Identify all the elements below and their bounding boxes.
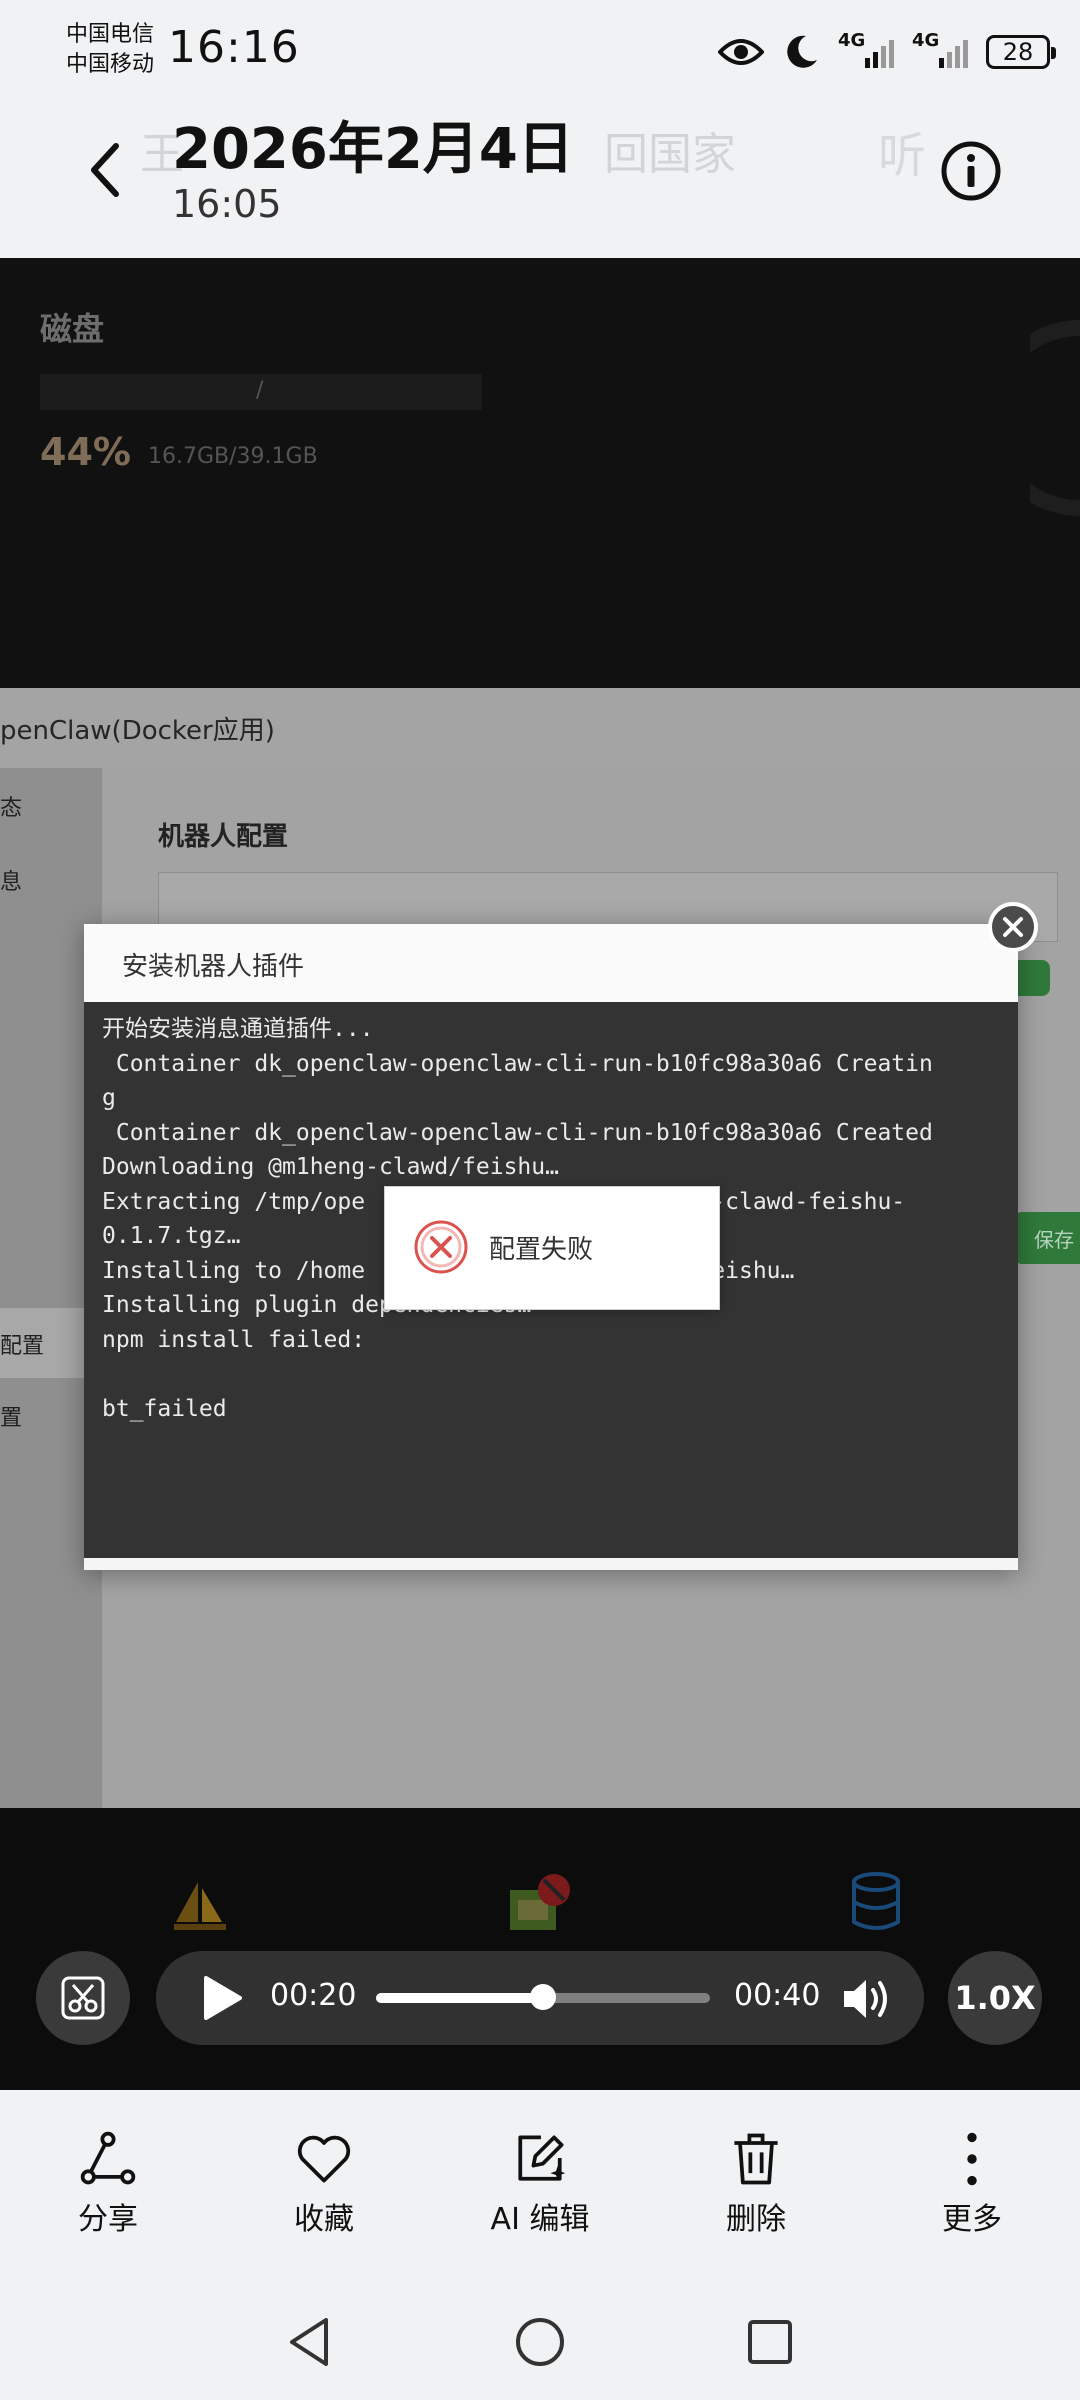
carrier-1: 中国电信 [66, 22, 155, 47]
progress-fill [376, 1993, 543, 2003]
favorite-label: 收藏 [294, 2202, 354, 2237]
current-time: 00:20 [270, 1978, 357, 2013]
battery-icon: 28 [986, 35, 1056, 69]
chevron-left-icon [91, 143, 119, 197]
volume-icon [844, 1980, 887, 2018]
error-icon [414, 1220, 468, 1274]
signal-1-icon: 4G [838, 30, 894, 72]
info-icon [941, 141, 1001, 201]
more-label: 更多 [942, 2202, 1002, 2237]
sailboat-icon [174, 1882, 226, 1930]
heart-icon [297, 2135, 351, 2183]
ai-edit-label: AI 编辑 [490, 2202, 590, 2237]
sidebar-item-2: 息 [0, 870, 23, 895]
volume-button[interactable] [840, 1974, 892, 2024]
nav-recents-icon[interactable] [740, 2312, 800, 2372]
favorite-button[interactable]: 收藏 [244, 2128, 404, 2238]
delete-button[interactable]: 删除 [676, 2128, 836, 2238]
toast-message: 配置失败 [489, 1235, 594, 1265]
disk-usage: 16.7GB/39.1GB [148, 444, 318, 469]
eye-icon [718, 39, 764, 65]
section-title: 机器人配置 [158, 822, 289, 852]
sidebar-item-3: 配置 [0, 1334, 45, 1359]
app-title: penClaw(Docker应用) [0, 716, 275, 746]
info-button[interactable] [940, 140, 1002, 202]
apps-strip [0, 1808, 1080, 2090]
disk-title: 磁盘 [40, 310, 105, 348]
progress-thumb[interactable] [530, 1984, 556, 2010]
nav-back-icon[interactable] [280, 2312, 340, 2372]
nav-home-icon[interactable] [510, 2312, 570, 2372]
signal-2-icon: 4G [912, 30, 968, 72]
database-icon [852, 1872, 900, 1930]
dialog-title: 安装机器人插件 [122, 952, 305, 982]
back-button[interactable] [82, 140, 132, 200]
carrier-2: 中国移动 [66, 52, 155, 77]
moon-icon [787, 35, 817, 68]
ai-edit-button[interactable]: AI 编辑 [460, 2128, 620, 2238]
more-vertical-icon [967, 2132, 977, 2186]
fail2ban-icon [510, 1874, 570, 1930]
error-toast: 配置失败 [384, 1186, 720, 1310]
media-date: 2026年2月4日 [172, 117, 574, 182]
disk-panel: 磁盘 / 44% 16.7GB/39.1GB [0, 258, 1080, 688]
ghost-listen: 听 [878, 128, 927, 184]
dialog-close-button [988, 902, 1038, 952]
status-icons: 4G 4G 28 [718, 24, 1056, 80]
play-icon [204, 1976, 242, 2020]
carrier-labels: 中国电信 中国移动 [66, 20, 154, 80]
share-icon [80, 2131, 136, 2185]
dialog-header: 安装机器人插件 [84, 924, 1018, 1003]
play-button[interactable] [200, 1974, 246, 2022]
total-time: 00:40 [734, 1978, 821, 2013]
disk-percent: 44% [40, 430, 131, 474]
sidebar-item-4: 置 [0, 1406, 23, 1431]
battery-level: 28 [1002, 38, 1034, 66]
playback-speed-button[interactable]: 1.0X [948, 1951, 1042, 2045]
app-titlebar: penClaw(Docker应用) [0, 688, 1080, 768]
delete-label: 删除 [726, 2202, 786, 2237]
more-button[interactable]: 更多 [892, 2128, 1052, 2238]
sidebar-item-1: 态 [0, 796, 23, 821]
scissors-icon [61, 1976, 105, 2020]
disk-bar-label: / [256, 378, 264, 403]
status-time: 16:16 [168, 22, 300, 73]
share-button[interactable]: 分享 [28, 2128, 188, 2238]
close-icon [1003, 917, 1023, 937]
trash-icon [734, 2133, 778, 2185]
gauge-arc-icon [1030, 320, 1080, 516]
share-label: 分享 [78, 2202, 138, 2237]
clip-button[interactable] [36, 1951, 130, 2045]
media-time: 16:05 [172, 182, 282, 226]
ai-edit-icon [518, 2135, 566, 2181]
save-button: 保存 [1014, 1212, 1080, 1264]
